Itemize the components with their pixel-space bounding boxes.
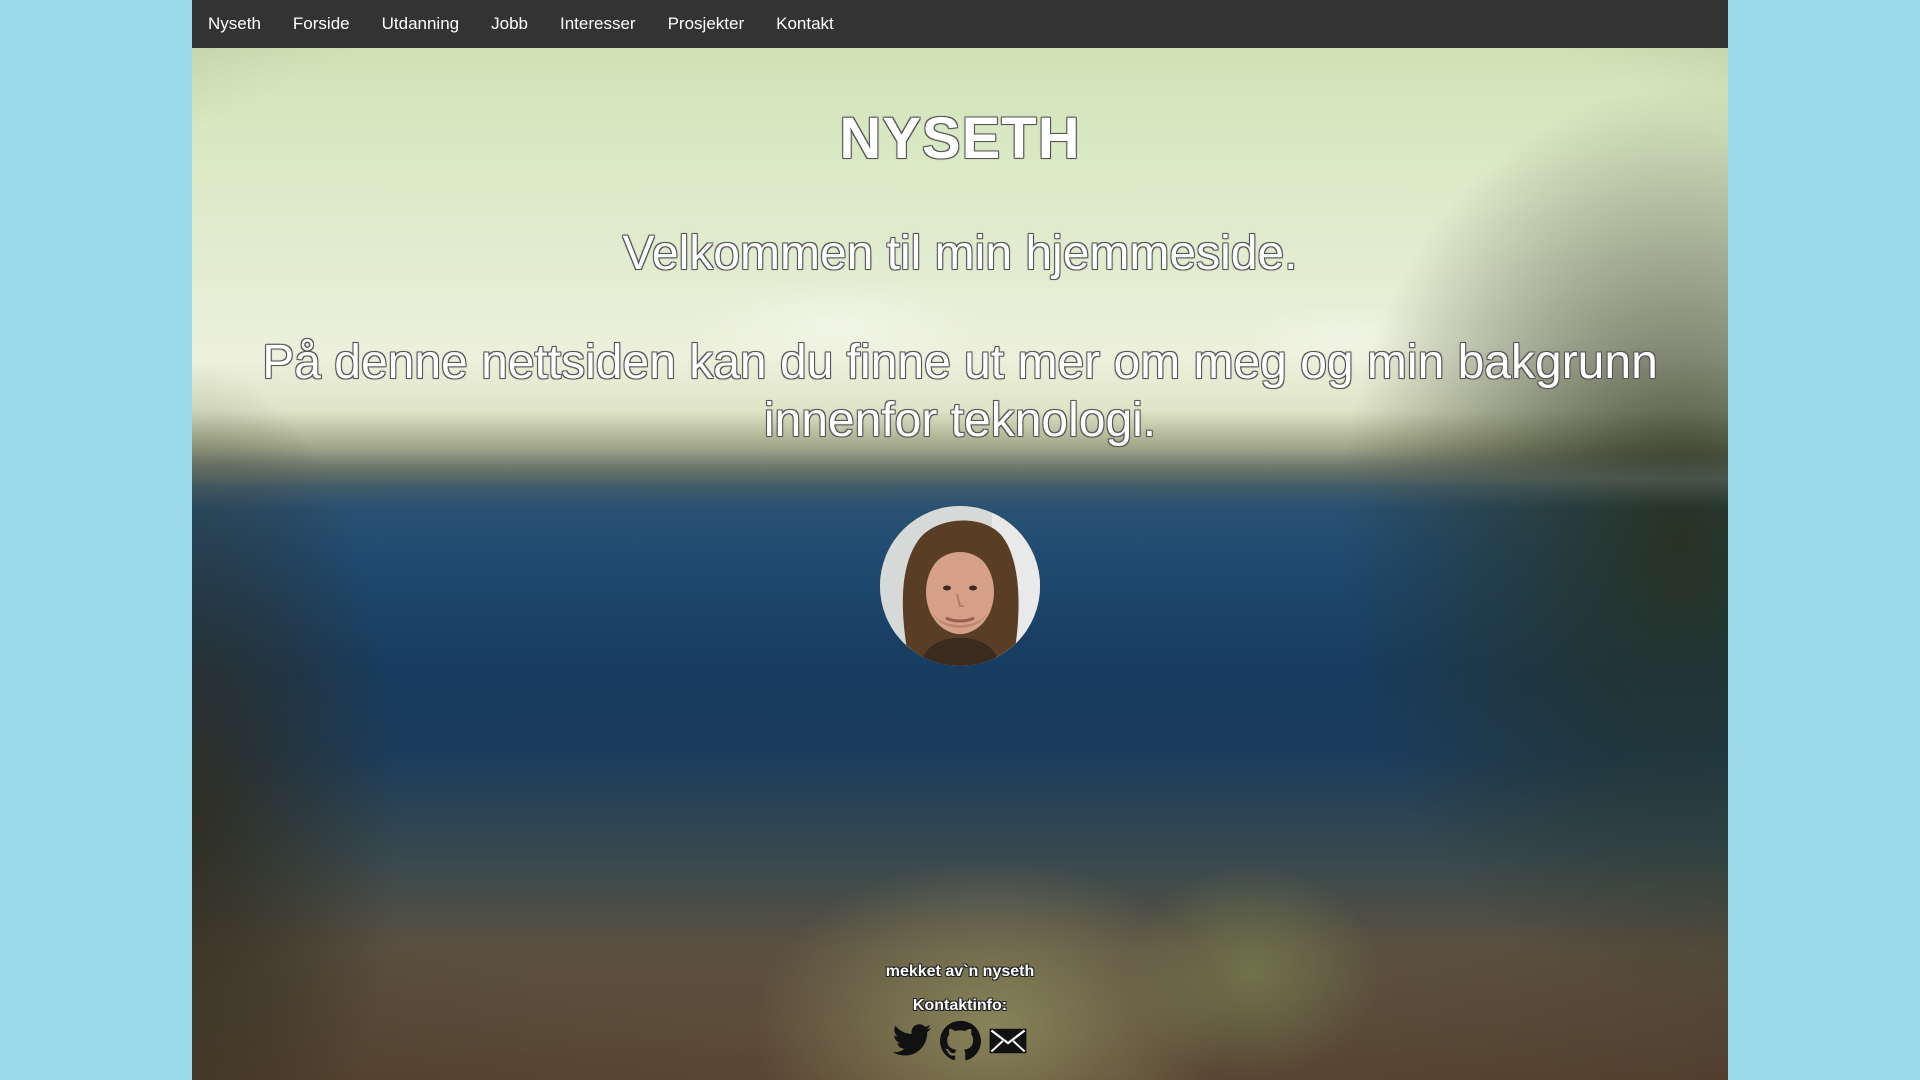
- profile-portrait-image: [880, 506, 1040, 666]
- email-link[interactable]: [987, 1020, 1029, 1062]
- nav-link-jobb[interactable]: Jobb: [475, 0, 544, 48]
- nav-link-interesser[interactable]: Interesser: [544, 0, 652, 48]
- twitter-icon: [892, 1024, 932, 1056]
- social-icons: [192, 1020, 1728, 1062]
- nav-link-kontakt[interactable]: Kontakt: [760, 0, 850, 48]
- page-title: NYSETH: [839, 106, 1081, 171]
- nav-link-prosjekter[interactable]: Prosjekter: [652, 0, 761, 48]
- top-navbar: Nyseth Forside Utdanning Jobb Interesser…: [192, 0, 1728, 48]
- intro-text: På denne nettsiden kan du finne ut mer o…: [262, 336, 1658, 447]
- page-footer: mekket av`n nyseth Kontaktinfo:: [192, 962, 1728, 1062]
- twitter-link[interactable]: [891, 1020, 933, 1062]
- profile-avatar: [880, 506, 1040, 666]
- made-by-text: mekket av`n nyseth: [885, 963, 1035, 980]
- contact-label: Kontaktinfo:: [912, 997, 1008, 1014]
- welcome-heading: Velkommen til min hjemmeside.: [622, 227, 1298, 280]
- nav-brand-nyseth[interactable]: Nyseth: [192, 0, 277, 48]
- nav-link-forside[interactable]: Forside: [277, 0, 366, 48]
- email-icon: [989, 1028, 1027, 1054]
- github-icon: [939, 1020, 981, 1061]
- github-link[interactable]: [939, 1020, 981, 1062]
- nav-link-utdanning[interactable]: Utdanning: [366, 0, 476, 48]
- hero-content: NYSETH Velkommen til min hjemmeside. På …: [192, 48, 1728, 666]
- site-container: Nyseth Forside Utdanning Jobb Interesser…: [192, 0, 1728, 1080]
